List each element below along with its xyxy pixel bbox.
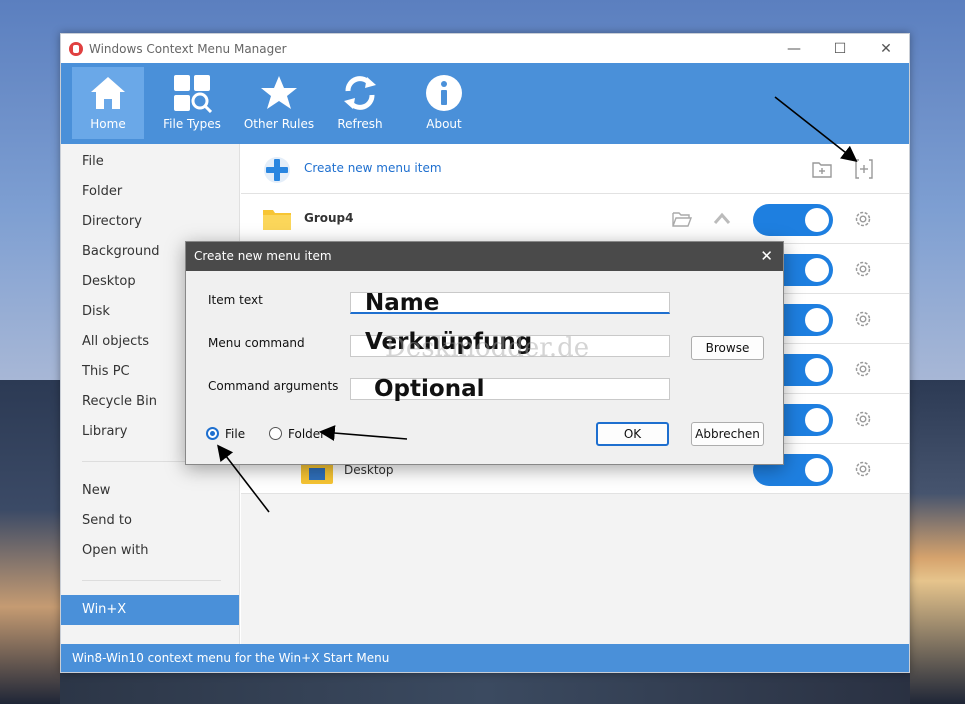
dialog-close-button[interactable]: ✕ <box>760 242 773 271</box>
ok-button[interactable]: OK <box>596 422 669 446</box>
sidebar-item-new[interactable]: New <box>61 476 239 506</box>
toolbar-home-label: Home <box>90 117 126 131</box>
cancel-button[interactable]: Abbrechen <box>691 422 764 446</box>
new-folder-icon[interactable] <box>811 158 833 180</box>
toolbar-other-rules-label: Other Rules <box>243 117 315 131</box>
radio-file-label: File <box>225 427 246 441</box>
gear-icon[interactable] <box>853 359 873 379</box>
open-folder-icon[interactable] <box>671 209 693 229</box>
sidebar-item-file[interactable]: File <box>61 147 239 177</box>
plus-icon <box>264 157 290 183</box>
toolbar-refresh-button[interactable]: Refresh <box>329 67 391 139</box>
window-title: Windows Context Menu Manager <box>89 41 287 56</box>
item-text-label: Item text <box>208 293 263 307</box>
gear-icon[interactable] <box>853 309 873 329</box>
watermark: Deskmodder.de <box>385 333 590 363</box>
toolbar-about-button[interactable]: About <box>413 67 475 139</box>
sidebar-divider <box>82 580 221 581</box>
gear-icon[interactable] <box>853 409 873 429</box>
name-annotation: Name <box>365 290 440 316</box>
desktop-background-right <box>910 380 965 704</box>
create-item-label: Create new menu item <box>304 161 442 175</box>
toolbar-other-rules-button[interactable]: Other Rules <box>237 67 321 139</box>
command-arguments-label: Command arguments <box>208 379 339 393</box>
dialog-title-bar: Create new menu item ✕ <box>186 242 783 271</box>
desktop-background-bottom <box>60 673 910 704</box>
desktop-icon <box>301 462 333 484</box>
star-icon <box>261 76 297 109</box>
toolbar-home-button[interactable]: Home <box>72 67 144 139</box>
sidebar-item-win-x[interactable]: Win+X <box>61 595 239 625</box>
toolbar-file-types-button[interactable]: File Types <box>154 67 230 139</box>
file-types-icon <box>174 75 212 113</box>
menu-item-label: Desktop <box>344 463 394 477</box>
gear-icon[interactable] <box>853 459 873 479</box>
status-bar: Win8-Win10 context menu for the Win+X St… <box>61 644 909 672</box>
create-item-row[interactable]: Create new menu item <box>241 144 909 194</box>
app-logo-icon <box>69 41 83 56</box>
menu-command-label: Menu command <box>208 336 305 350</box>
refresh-icon <box>344 76 376 110</box>
gear-icon[interactable] <box>853 259 873 279</box>
toolbar: Home File Types Other Rules Refresh Abou… <box>61 63 909 144</box>
toolbar-about-label: About <box>426 117 462 131</box>
minimize-button[interactable]: — <box>771 41 817 57</box>
enable-toggle[interactable] <box>753 204 833 236</box>
radio-folder[interactable] <box>269 427 282 440</box>
toolbar-file-types-label: File Types <box>163 117 221 131</box>
close-button[interactable]: ✕ <box>863 41 909 57</box>
maximize-button[interactable]: ☐ <box>817 41 863 57</box>
radio-folder-label: Folder <box>288 427 326 441</box>
sidebar-item-send-to[interactable]: Send to <box>61 506 239 536</box>
home-icon <box>91 77 125 109</box>
sidebar-item-directory[interactable]: Directory <box>61 207 239 237</box>
optional-annotation: Optional <box>374 376 485 402</box>
radio-file[interactable] <box>206 427 219 440</box>
info-icon <box>426 75 462 111</box>
menu-item-row[interactable]: Group4 <box>241 194 909 244</box>
toolbar-refresh-label: Refresh <box>337 117 383 131</box>
gear-icon[interactable] <box>853 209 873 229</box>
folder-icon <box>263 210 291 230</box>
chevron-up-icon[interactable] <box>713 211 731 225</box>
add-item-icon[interactable] <box>853 158 875 180</box>
dialog-title: Create new menu item <box>194 249 332 263</box>
menu-item-label: Group4 <box>304 211 354 225</box>
desktop-background-left <box>0 380 60 704</box>
sidebar-item-folder[interactable]: Folder <box>61 177 239 207</box>
browse-button[interactable]: Browse <box>691 336 764 360</box>
sidebar-item-open-with[interactable]: Open with <box>61 536 239 566</box>
title-bar: Windows Context Menu Manager — ☐ ✕ <box>61 34 909 63</box>
